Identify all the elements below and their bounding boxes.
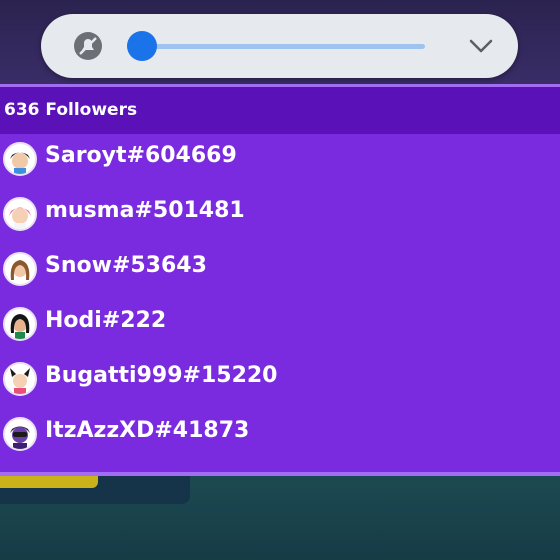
follower-name: musma#501481: [45, 198, 245, 223]
volume-slider-thumb[interactable]: [127, 31, 157, 61]
followers-count-title: 636 Followers: [4, 100, 138, 120]
follower-name: Hodi#222: [45, 308, 167, 333]
volume-control: [41, 14, 518, 78]
avatar: [3, 197, 37, 231]
avatar: [3, 252, 37, 286]
avatar: [3, 417, 37, 451]
follower-item[interactable]: Hodi#222: [0, 301, 560, 351]
follower-name: Bugatti999#15220: [45, 363, 278, 388]
follower-item[interactable]: Saroyt#604669: [0, 136, 560, 186]
avatar: [3, 142, 37, 176]
avatar: [3, 362, 37, 396]
follower-item[interactable]: ItzAzzXD#41873: [0, 411, 560, 461]
avatar: [3, 307, 37, 341]
follower-name: ItzAzzXD#41873: [45, 418, 250, 443]
followers-header: 636 Followers: [0, 87, 560, 134]
follower-item[interactable]: Bugatti999#15220: [0, 356, 560, 406]
muted-bell-icon[interactable]: [72, 30, 104, 62]
follower-item[interactable]: Snow#53643: [0, 246, 560, 296]
follower-item[interactable]: musma#501481: [0, 191, 560, 241]
followers-panel: 636 Followers Saroyt#604669 musma#501481…: [0, 84, 560, 476]
follower-name: Snow#53643: [45, 253, 207, 278]
chevron-down-icon[interactable]: [465, 34, 497, 58]
follower-name: Saroyt#604669: [45, 143, 237, 168]
volume-slider-track[interactable]: [141, 44, 425, 49]
